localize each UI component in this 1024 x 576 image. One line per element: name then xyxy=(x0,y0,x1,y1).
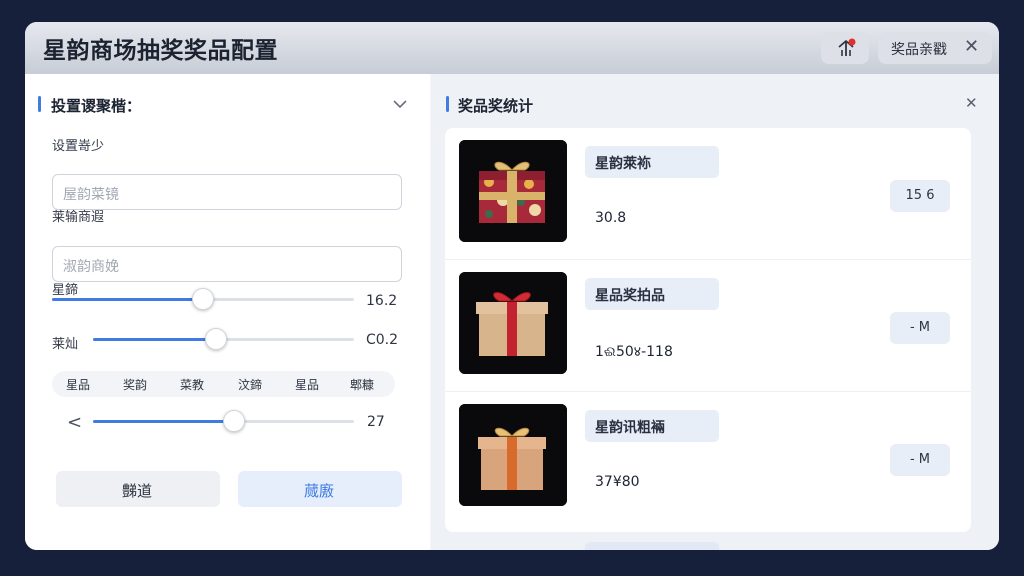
title-tab-label: 奖品亲戳 xyxy=(891,42,947,58)
slider3-fill xyxy=(93,420,234,423)
title-bar: 星韵商场抽奖奖品配置 奖品亲戳 ✕ xyxy=(25,22,999,74)
gift-box-icon xyxy=(459,404,567,506)
filter-chip-row: 星品 奖韵 菜教 汶鍗 星品 郫糠 xyxy=(52,371,395,397)
next-item-peek xyxy=(585,542,719,550)
slider1-track[interactable] xyxy=(52,288,354,310)
field2-label: 莱输商遐 xyxy=(52,210,105,225)
prize-count-badge: 15 6 xyxy=(890,180,950,212)
slider3-value: 27 xyxy=(367,414,385,430)
slider2-value: C0.2 xyxy=(366,332,399,348)
list-item[interactable]: 星韵讯粗裲 37¥80 - M xyxy=(445,392,971,524)
prize-thumbnail xyxy=(459,404,567,506)
prize-name: 星韵讯粗裲 xyxy=(595,420,665,436)
filter-chip[interactable]: 郫糠 xyxy=(350,376,374,393)
config-section-title: 投置谡聚楷： xyxy=(51,97,142,115)
prize-count: - M xyxy=(909,452,931,467)
prize-name-pill: 星品奖拍品 xyxy=(585,278,719,310)
filter-chip[interactable]: 星品 xyxy=(66,376,90,393)
field1-label: 设置嵜少 xyxy=(52,139,105,154)
slider2-fill xyxy=(93,338,216,341)
filter-chip[interactable]: 奖韵 xyxy=(123,376,147,393)
slider3-thumb[interactable] xyxy=(222,410,245,432)
prize-name-pill: 星韵萊袮 xyxy=(585,146,719,178)
prize-value: 1ଈ50४-118 xyxy=(595,344,673,360)
prize-value: 37¥80 xyxy=(595,474,640,490)
field2-placeholder: 淑韵商娩 xyxy=(63,259,119,275)
prize-count: 15 6 xyxy=(905,188,935,203)
window-title: 星韵商场抽奖奖品配置 xyxy=(43,38,278,64)
slider2-track[interactable] xyxy=(93,328,354,350)
close-icon[interactable]: ✕ xyxy=(964,36,979,57)
prize-thumbnail xyxy=(459,272,567,374)
config-panel: 投置谡聚楷： 设置嵜少 屋韵菜镜 莱输商遐 淑韵商娩 星鍗 16.2 莱灿 C0… xyxy=(25,74,430,550)
prize-name: 星韵萊袮 xyxy=(595,156,651,172)
primary-button-label: 蒇廒 xyxy=(304,482,335,500)
slider2-thumb[interactable] xyxy=(204,328,227,350)
slider1-fill xyxy=(52,298,203,301)
primary-button[interactable]: 蒇廒 xyxy=(238,471,402,507)
stats-section-title: 奖品奖统计 xyxy=(458,97,534,115)
app-window: 星韵商场抽奖奖品配置 奖品亲戳 ✕ 投置谡聚楷： 设置嵜少 屋韵菜镜 莱输商遐 xyxy=(25,22,999,550)
title-tab[interactable]: 奖品亲戳 ✕ xyxy=(878,32,992,64)
prize-count-badge: - M xyxy=(890,444,950,476)
filter-chip[interactable]: 菜教 xyxy=(180,376,204,393)
chevron-down-icon[interactable] xyxy=(393,99,407,109)
slider2-label: 莱灿 xyxy=(52,337,79,352)
prize-value: 30.8 xyxy=(595,210,627,226)
section-accent-bar xyxy=(446,96,449,112)
gift-box-icon xyxy=(459,140,567,242)
share-button[interactable] xyxy=(821,32,869,64)
slider3-prefix[interactable]: < xyxy=(67,412,82,433)
prize-name: 星品奖拍品 xyxy=(595,288,665,304)
field2-input[interactable]: 淑韵商娩 xyxy=(52,246,402,282)
stats-panel: 奖品奖统计 ✕ 星韵萊袮 30.8 15 6 星品奖拍品 1ଈ50४-118 -… xyxy=(431,74,999,550)
close-icon[interactable]: ✕ xyxy=(965,94,978,112)
section-accent-bar xyxy=(38,96,41,112)
prize-list: 星韵萊袮 30.8 15 6 星品奖拍品 1ଈ50४-118 - M 星韵讯粗裲… xyxy=(445,128,971,532)
slider1-label: 星鍗 xyxy=(52,283,79,298)
prize-thumbnail xyxy=(459,140,567,242)
secondary-button[interactable]: 豑道 xyxy=(56,471,220,507)
gift-box-icon xyxy=(459,272,567,374)
list-item[interactable]: 星韵萊袮 30.8 15 6 xyxy=(445,128,971,260)
prize-name-pill: 星韵讯粗裲 xyxy=(585,410,719,442)
slider1-value: 16.2 xyxy=(366,293,398,309)
slider3-track[interactable] xyxy=(93,410,354,432)
list-item[interactable]: 星品奖拍品 1ଈ50४-118 - M xyxy=(445,260,971,392)
slider1-thumb[interactable] xyxy=(192,288,214,310)
field1-placeholder: 屋韵菜镜 xyxy=(63,187,119,203)
filter-chip[interactable]: 汶鍗 xyxy=(238,376,262,393)
prize-count: - M xyxy=(909,320,931,335)
secondary-button-label: 豑道 xyxy=(122,482,153,500)
filter-chip[interactable]: 星品 xyxy=(295,376,319,393)
prize-count-badge: - M xyxy=(890,312,950,344)
notification-dot-icon xyxy=(848,38,856,46)
field1-input[interactable]: 屋韵菜镜 xyxy=(52,174,402,210)
